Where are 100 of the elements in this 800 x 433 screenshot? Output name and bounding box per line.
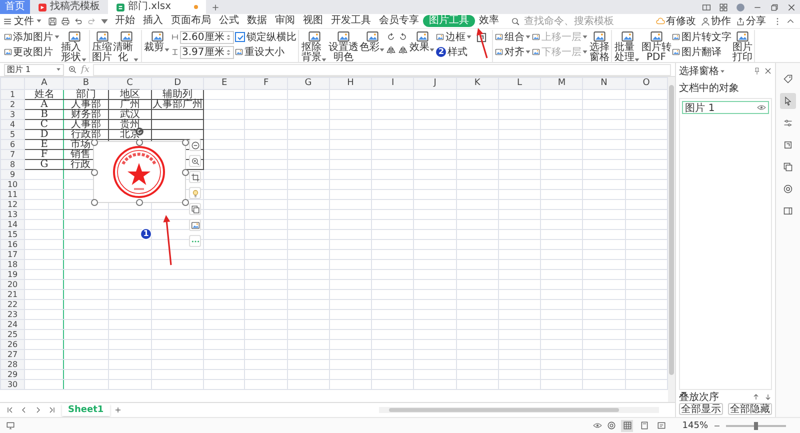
file-menu[interactable]: 文件: [3, 14, 42, 28]
frame-icon[interactable]: [783, 140, 793, 150]
row-header[interactable]: 16: [0, 240, 25, 250]
pin-icon[interactable]: [753, 67, 762, 75]
column-header[interactable]: A: [24, 78, 64, 90]
restore-icon[interactable]: [770, 2, 779, 12]
close-icon[interactable]: [787, 2, 796, 12]
toolbar-button[interactable]: 协作: [701, 14, 731, 28]
row-header[interactable]: 8: [0, 160, 25, 170]
column-header[interactable]: B: [64, 78, 108, 90]
caret-icon[interactable]: [100, 16, 109, 26]
column-header[interactable]: D: [151, 78, 204, 90]
ribbon-button[interactable]: 组合: [495, 30, 532, 44]
ribbon-button[interactable]: 图片转PDF: [641, 30, 672, 63]
row-header[interactable]: 24: [0, 320, 25, 330]
row-header[interactable]: 2: [0, 100, 25, 110]
formula-field[interactable]: [93, 64, 672, 76]
down-icon[interactable]: [764, 392, 772, 400]
row-header[interactable]: 25: [0, 330, 25, 340]
layout-icon[interactable]: [702, 2, 711, 12]
column-header[interactable]: G: [287, 78, 330, 90]
sliders-icon[interactable]: [783, 118, 793, 128]
rotate-right-icon[interactable]: [398, 32, 408, 42]
pane-button[interactable]: 全部隐藏: [728, 403, 772, 415]
menu-tab[interactable]: 页面布局: [167, 15, 215, 27]
column-header[interactable]: O: [625, 78, 668, 90]
spinner-icon[interactable]: [225, 48, 232, 56]
layers-icon[interactable]: [783, 162, 793, 172]
ribbon-button[interactable]: 压缩图片: [92, 30, 112, 63]
row-header[interactable]: 17: [0, 250, 25, 260]
name-box[interactable]: 图片 1: [4, 64, 64, 76]
column-header[interactable]: H: [329, 78, 372, 90]
ribbon-button[interactable]: 对齐: [495, 45, 532, 59]
column-header[interactable]: J: [414, 78, 456, 90]
ribbon-button[interactable]: 图片打印: [732, 30, 752, 63]
size-field[interactable]: 3.97厘米: [180, 46, 234, 58]
row-header[interactable]: 13: [0, 210, 25, 220]
monitor-icon[interactable]: [6, 421, 15, 430]
menu-tab[interactable]: 效率: [475, 15, 503, 27]
menu-tab[interactable]: 公式: [215, 15, 243, 27]
ribbon-button[interactable]: 图片转文字: [672, 30, 732, 44]
pane-button[interactable]: 全部显示: [679, 403, 724, 415]
ribbon-button[interactable]: 色彩: [359, 30, 386, 53]
ribbon-button[interactable]: 2 样式: [436, 45, 472, 59]
ribbon-button[interactable]: 边框: [436, 30, 472, 44]
new-tab-icon[interactable]: [211, 2, 220, 12]
ribbon-button[interactable]: 选择窗格: [589, 30, 610, 63]
column-header[interactable]: I: [372, 78, 414, 90]
panel-icon[interactable]: [783, 206, 793, 216]
next-icon[interactable]: [34, 406, 42, 414]
row-header[interactable]: 6: [0, 140, 25, 150]
close-icon[interactable]: [764, 67, 772, 75]
ribbon-button[interactable]: 重设大小: [235, 45, 296, 59]
object-item[interactable]: 图片 1: [682, 101, 770, 114]
row-header[interactable]: 7: [0, 150, 25, 160]
menu-tab[interactable]: 开始: [111, 15, 139, 27]
row-header[interactable]: 22: [0, 300, 25, 310]
ribbon-button[interactable]: 抠除背景: [301, 30, 328, 63]
row-header[interactable]: 15: [0, 230, 25, 240]
ribbon-button[interactable]: 插入形状: [61, 30, 87, 63]
row-header[interactable]: 11: [0, 190, 25, 200]
eye-icon[interactable]: [593, 421, 602, 430]
frame-icon[interactable]: [475, 31, 488, 44]
row-header[interactable]: 10: [0, 180, 25, 190]
checkbox[interactable]: [235, 32, 246, 42]
row-header[interactable]: 23: [0, 310, 25, 320]
document-tab[interactable]: 找稿壳模板: [30, 0, 108, 14]
row-header[interactable]: 29: [0, 370, 25, 380]
column-header[interactable]: C: [108, 78, 152, 90]
print-icon[interactable]: [61, 16, 70, 26]
resize-handle[interactable]: [90, 138, 98, 146]
collapse-icon[interactable]: [786, 16, 795, 26]
previous-icon[interactable]: [20, 406, 28, 414]
row-header[interactable]: 9: [0, 170, 25, 180]
scrollbar[interactable]: [379, 407, 660, 413]
first-icon[interactable]: [6, 406, 14, 414]
spinner-icon[interactable]: [225, 34, 232, 40]
size-field[interactable]: 2.60厘米: [180, 30, 234, 44]
row-header[interactable]: 30: [0, 380, 25, 390]
ribbon-button[interactable]: 裁剪: [144, 30, 170, 53]
row-header[interactable]: 14: [0, 220, 25, 230]
row-header[interactable]: 1: [0, 90, 25, 100]
zoom-icon[interactable]: [68, 65, 77, 74]
menu-tab[interactable]: 审阅: [271, 15, 299, 27]
checkbox-label[interactable]: 锁定纵横比: [246, 30, 296, 44]
add-sheet-icon[interactable]: [114, 406, 122, 414]
ribbon-button[interactable]: 更改图片: [4, 45, 60, 59]
row-header[interactable]: 21: [0, 290, 25, 300]
document-tab[interactable]: 部门.xlsx: [108, 0, 206, 14]
apps-icon[interactable]: [719, 2, 728, 12]
row-header[interactable]: 12: [0, 200, 25, 210]
ribbon-button[interactable]: 图片翻译: [672, 45, 732, 59]
slider-thumb[interactable]: [754, 422, 758, 430]
save-icon[interactable]: [48, 16, 57, 26]
cursor-icon[interactable]: [783, 96, 793, 106]
column-header[interactable]: K: [456, 78, 498, 90]
menu-tab[interactable]: 会员专享: [375, 15, 423, 27]
row-header[interactable]: 26: [0, 340, 25, 350]
row-header[interactable]: 19: [0, 270, 25, 280]
menu-tab[interactable]: 数据: [243, 15, 271, 27]
